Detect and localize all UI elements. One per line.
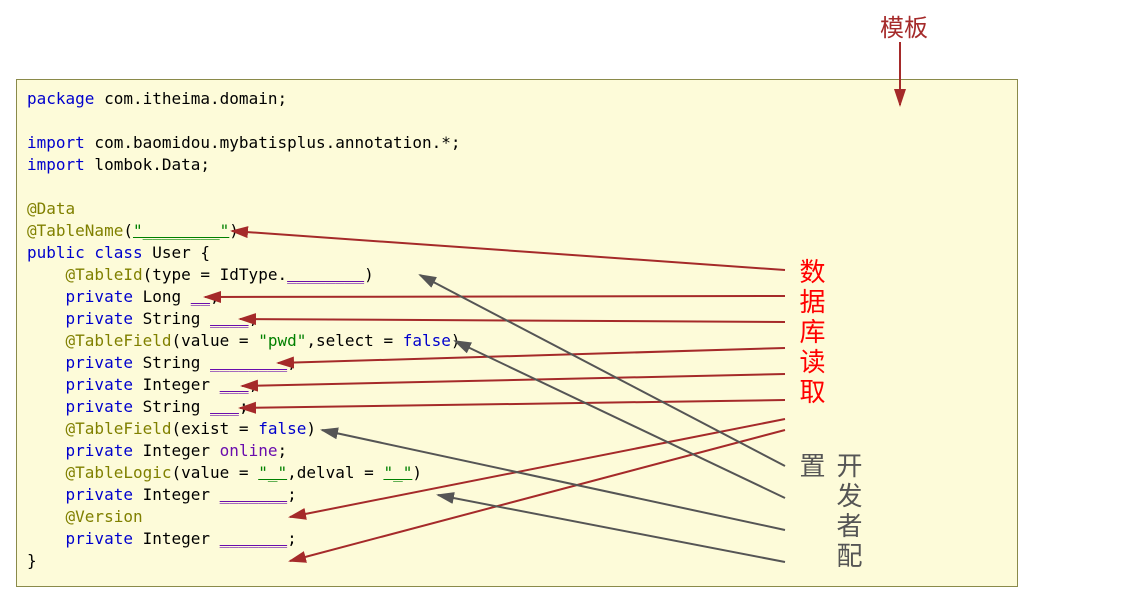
type: Integer bbox=[133, 375, 220, 394]
kw-private: private bbox=[66, 353, 133, 372]
indent bbox=[27, 507, 66, 526]
dev-config-label: 开发者配置 bbox=[793, 452, 867, 601]
import-2: lombok.Data; bbox=[85, 155, 210, 174]
pkg-name: com.itheima.domain; bbox=[94, 89, 287, 108]
semi: ; bbox=[249, 375, 259, 394]
type: Integer bbox=[133, 529, 220, 548]
param: (exist = bbox=[172, 419, 259, 438]
ann-tableid: @TableId bbox=[66, 265, 143, 284]
kw-private: private bbox=[66, 287, 133, 306]
blank-delval: "_" bbox=[383, 463, 412, 482]
blank-id: __ bbox=[191, 287, 210, 306]
ann-tablename: @TableName bbox=[27, 221, 123, 240]
semi: ; bbox=[287, 529, 297, 548]
paren: ) bbox=[451, 331, 461, 350]
semi: ; bbox=[210, 287, 220, 306]
blank-age: ___ bbox=[220, 375, 249, 394]
blank-deleted: _______ bbox=[220, 485, 287, 504]
kw-private: private bbox=[66, 397, 133, 416]
indent bbox=[27, 309, 66, 328]
blank-tablename: "________" bbox=[133, 221, 229, 240]
type: Integer bbox=[133, 441, 220, 460]
kw-class: public class bbox=[27, 243, 143, 262]
indent bbox=[27, 397, 66, 416]
ann-tablefield: @TableField bbox=[66, 419, 172, 438]
paren: ) bbox=[364, 265, 374, 284]
type: String bbox=[133, 353, 210, 372]
indent bbox=[27, 529, 66, 548]
kw-private: private bbox=[66, 375, 133, 394]
param: ,select = bbox=[306, 331, 402, 350]
kw-false: false bbox=[403, 331, 451, 350]
brace-close: } bbox=[27, 551, 37, 570]
type: String bbox=[133, 397, 210, 416]
ann-data: @Data bbox=[27, 199, 75, 218]
semi: ; bbox=[239, 397, 249, 416]
param: (type = IdType. bbox=[143, 265, 288, 284]
indent bbox=[27, 441, 66, 460]
param: ,delval = bbox=[287, 463, 383, 482]
import-1: com.baomidou.mybatisplus.annotation.*; bbox=[85, 133, 461, 152]
blank-val: "_" bbox=[258, 463, 287, 482]
kw-private: private bbox=[66, 309, 133, 328]
semi: ; bbox=[287, 485, 297, 504]
kw-private: private bbox=[66, 529, 133, 548]
paren: ) bbox=[412, 463, 422, 482]
indent bbox=[27, 331, 66, 350]
kw-false: false bbox=[258, 419, 306, 438]
semi: ; bbox=[277, 441, 287, 460]
type: String bbox=[133, 309, 210, 328]
ann-tablefield: @TableField bbox=[66, 331, 172, 350]
blank-name: ____ bbox=[210, 309, 249, 328]
indent bbox=[27, 353, 66, 372]
indent bbox=[27, 419, 66, 438]
blank-version: _______ bbox=[220, 529, 287, 548]
indent bbox=[27, 375, 66, 394]
indent bbox=[27, 485, 66, 504]
title-label: 模板 bbox=[880, 8, 928, 43]
kw-import: import bbox=[27, 133, 85, 152]
blank-idtype: ________ bbox=[287, 265, 364, 284]
paren: ) bbox=[229, 221, 239, 240]
param: (value = bbox=[172, 331, 259, 350]
ann-tablelogic: @TableLogic bbox=[66, 463, 172, 482]
kw-package: package bbox=[27, 89, 94, 108]
db-read-label: 数据库读取 bbox=[793, 258, 830, 408]
semi: ; bbox=[287, 353, 297, 372]
paren: ) bbox=[306, 419, 316, 438]
indent bbox=[27, 287, 66, 306]
kw-private: private bbox=[66, 441, 133, 460]
field-online: online bbox=[220, 441, 278, 460]
kw-private: private bbox=[66, 485, 133, 504]
str-pwd: "pwd" bbox=[258, 331, 306, 350]
kw-import: import bbox=[27, 155, 85, 174]
class-name: User { bbox=[143, 243, 210, 262]
type: Long bbox=[133, 287, 191, 306]
type: Integer bbox=[133, 485, 220, 504]
semi: ; bbox=[249, 309, 259, 328]
indent bbox=[27, 265, 66, 284]
code-block: package com.itheima.domain; import com.b… bbox=[16, 79, 1018, 587]
param: (value = bbox=[172, 463, 259, 482]
blank-pwd: ________ bbox=[210, 353, 287, 372]
ann-version: @Version bbox=[66, 507, 143, 526]
blank-tel: ___ bbox=[210, 397, 239, 416]
indent bbox=[27, 463, 66, 482]
paren: ( bbox=[123, 221, 133, 240]
